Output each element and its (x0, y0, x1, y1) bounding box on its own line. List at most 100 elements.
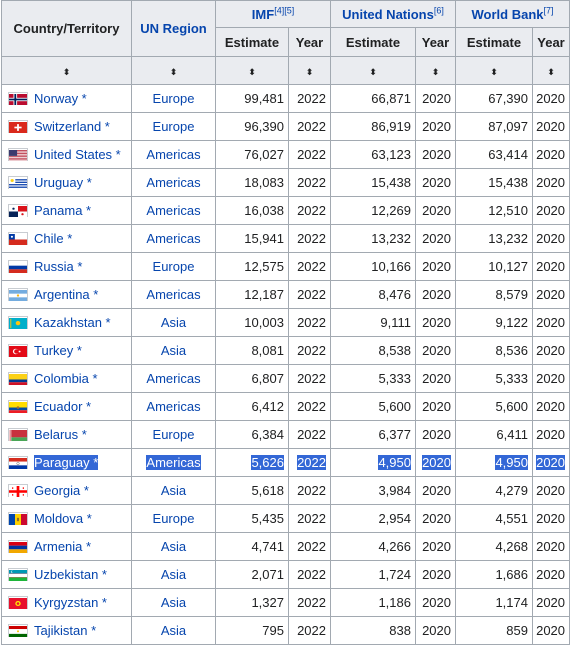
country-link[interactable]: Turkey * (34, 343, 82, 358)
country-link[interactable]: United States * (34, 147, 121, 162)
un-year-cell: 2020 (415, 448, 456, 477)
region-header-link[interactable]: UN Region (140, 21, 206, 36)
country-cell: Panama * (1, 196, 132, 225)
wb-year-cell: 2020 (531, 84, 570, 113)
imf-year-value: 2022 (297, 175, 326, 190)
un-estimate-value: 6,377 (378, 427, 411, 442)
region-link[interactable]: Asia (161, 539, 186, 554)
un-estimate-cell: 838 (330, 616, 416, 645)
country-link[interactable]: Panama * (34, 203, 91, 218)
region-link[interactable]: Americas (146, 203, 200, 218)
imf-refs[interactable]: [4][5] (274, 5, 294, 15)
wb-year-header[interactable]: Year (531, 27, 570, 57)
wb-year-cell: 2020 (531, 392, 570, 421)
country-cell: Georgia * (1, 476, 132, 505)
region-link[interactable]: Europe (153, 511, 195, 526)
sort-country-button[interactable]: ⬍ (1, 56, 132, 85)
region-link[interactable]: Americas (146, 371, 200, 386)
country-column-header[interactable]: Country/Territory (1, 0, 132, 57)
sort-region-button[interactable]: ⬍ (131, 56, 216, 85)
sort-wb-year-button[interactable]: ⬍ (531, 56, 570, 85)
country-cell: Turkey * (1, 336, 132, 365)
un-refs[interactable]: [6] (434, 5, 444, 15)
country-link[interactable]: Georgia * (34, 483, 89, 498)
wb-year-value: 2020 (536, 455, 566, 470)
wb-estimate-cell: 8,536 (455, 336, 533, 365)
imf-estimate-cell: 2,071 (215, 560, 289, 589)
imf-estimate-cell: 10,003 (215, 308, 289, 337)
wb-year-cell: 2020 (531, 420, 570, 449)
imf-estimate-cell: 6,412 (215, 392, 289, 421)
country-link[interactable]: Chile * (34, 231, 72, 246)
wb-refs[interactable]: [7] (544, 5, 554, 15)
region-cell: Americas (131, 448, 216, 477)
sort-icon: ⬍ (431, 67, 440, 77)
region-link[interactable]: Europe (153, 259, 195, 274)
un-year-value: 2020 (422, 259, 451, 274)
region-link[interactable]: Asia (161, 567, 186, 582)
sort-imf-year-button[interactable]: ⬍ (288, 56, 331, 85)
table-row: Norway * Europe 99,481 2022 66,871 2020 … (1, 84, 570, 113)
imf-year-cell: 2022 (288, 308, 331, 337)
country-link[interactable]: Kyrgyzstan * (34, 595, 107, 610)
un-year-value: 2020 (422, 147, 451, 162)
region-link[interactable]: Asia (161, 595, 186, 610)
imf-year-cell: 2022 (288, 504, 331, 533)
region-link[interactable]: Asia (161, 623, 186, 638)
sort-wb-estimate-button[interactable]: ⬍ (455, 56, 533, 85)
country-link[interactable]: Uruguay * (34, 175, 92, 190)
country-link[interactable]: Kazakhstan * (34, 315, 111, 330)
country-link[interactable]: Ecuador * (34, 399, 91, 414)
wb-year-value: 2020 (536, 203, 566, 218)
un-estimate-cell: 15,438 (330, 168, 416, 197)
sort-icon: ⬍ (305, 67, 314, 77)
country-cell: Argentina * (1, 280, 132, 309)
region-link[interactable]: Asia (161, 315, 186, 330)
russia-flag-icon (8, 260, 28, 273)
country-link[interactable]: Moldova * (34, 511, 92, 526)
country-link[interactable]: Armenia * (34, 539, 91, 554)
imf-year-cell: 2022 (288, 420, 331, 449)
imf-year-value: 2022 (297, 371, 326, 386)
region-cell: Asia (131, 532, 216, 561)
region-link[interactable]: Americas (146, 399, 200, 414)
region-link[interactable]: Asia (161, 343, 186, 358)
wb-header-link[interactable]: World Bank (472, 7, 544, 22)
imf-estimate-header[interactable]: Estimate (215, 27, 289, 57)
country-link[interactable]: Colombia * (34, 371, 98, 386)
un-header-link[interactable]: United Nations (342, 7, 434, 22)
region-link[interactable]: Americas (146, 455, 201, 470)
un-year-cell: 2020 (415, 308, 456, 337)
imf-estimate-value: 4,741 (251, 539, 284, 554)
un-year-cell: 2020 (415, 616, 456, 645)
region-column-header[interactable]: UN Region (131, 0, 216, 57)
region-link[interactable]: Americas (146, 231, 200, 246)
region-link[interactable]: Americas (146, 175, 200, 190)
region-link[interactable]: Europe (153, 91, 195, 106)
region-link[interactable]: Americas (146, 147, 200, 162)
country-link[interactable]: Switzerland * (34, 119, 110, 134)
imf-header-link[interactable]: IMF (252, 7, 274, 22)
wb-estimate-header[interactable]: Estimate (455, 27, 533, 57)
country-link[interactable]: Norway * (34, 91, 87, 106)
region-link[interactable]: Europe (153, 119, 195, 134)
imf-year-header[interactable]: Year (288, 27, 331, 57)
table-body: Norway * Europe 99,481 2022 66,871 2020 … (1, 84, 570, 645)
country-link[interactable]: Argentina * (34, 287, 98, 302)
sort-un-estimate-button[interactable]: ⬍ (330, 56, 416, 85)
country-cell: Kazakhstan * (1, 308, 132, 337)
region-link[interactable]: Americas (146, 287, 200, 302)
un-estimate-header[interactable]: Estimate (330, 27, 416, 57)
region-link[interactable]: Asia (161, 483, 186, 498)
un-year-header[interactable]: Year (415, 27, 456, 57)
region-link[interactable]: Europe (153, 427, 195, 442)
un-year-value: 2020 (422, 231, 451, 246)
country-link[interactable]: Uzbekistan * (34, 567, 107, 582)
country-link[interactable]: Paraguay * (34, 455, 99, 470)
sort-un-year-button[interactable]: ⬍ (415, 56, 456, 85)
country-link[interactable]: Russia * (34, 259, 82, 274)
country-link[interactable]: Belarus * (34, 427, 87, 442)
country-link[interactable]: Tajikistan * (34, 623, 96, 638)
sort-imf-estimate-button[interactable]: ⬍ (215, 56, 289, 85)
wb-year-value: 2020 (536, 371, 566, 386)
